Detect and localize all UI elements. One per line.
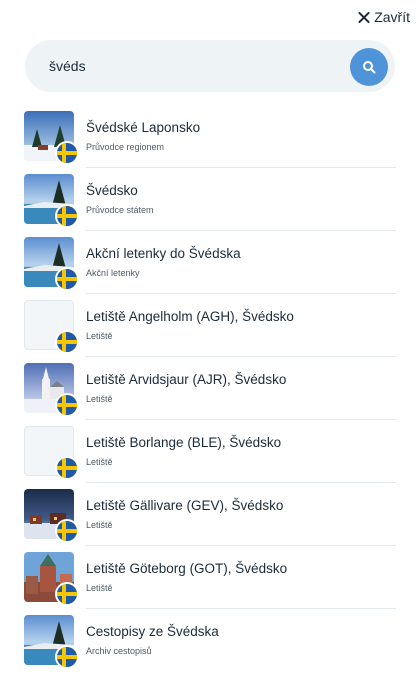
result-item[interactable]: Švédsko Průvodce státem xyxy=(24,167,396,230)
result-subtitle: Letiště xyxy=(86,394,113,404)
result-subtitle: Letiště xyxy=(86,583,113,593)
search-icon xyxy=(363,61,376,74)
search-button[interactable] xyxy=(350,48,388,86)
result-thumbnail xyxy=(24,614,79,669)
sweden-flag-icon xyxy=(55,140,79,165)
result-subtitle: Archiv cestopisů xyxy=(86,646,152,656)
result-thumbnail xyxy=(24,236,79,291)
result-subtitle: Akční letenky xyxy=(86,268,140,278)
search-bar xyxy=(25,40,395,92)
sweden-flag-icon xyxy=(55,455,79,480)
close-label: Zavřít xyxy=(374,9,410,25)
result-thumbnail xyxy=(24,362,79,417)
result-title: Letiště Göteborg (GOT), Švédsko xyxy=(86,561,288,576)
result-thumbnail xyxy=(24,425,79,480)
result-thumbnail xyxy=(24,173,79,228)
result-item[interactable]: Letiště Göteborg (GOT), Švédsko Letiště xyxy=(24,545,396,608)
sweden-flag-icon xyxy=(55,392,79,417)
sweden-flag-icon xyxy=(55,644,79,669)
result-item[interactable]: Letiště Borlange (BLE), Švédsko Letiště xyxy=(24,419,396,482)
results-list: Švédské Laponsko Průvodce regionem Švéds… xyxy=(24,104,396,671)
result-thumbnail xyxy=(24,551,79,606)
result-thumbnail xyxy=(24,488,79,543)
sweden-flag-icon xyxy=(55,266,79,291)
result-item[interactable]: Letiště Arvidsjaur (AJR), Švédsko Letišt… xyxy=(24,356,396,419)
result-subtitle: Letiště xyxy=(86,520,113,530)
sweden-flag-icon xyxy=(55,203,79,228)
result-thumbnail xyxy=(24,299,79,354)
result-item[interactable]: Letiště Gällivare (GEV), Švédsko Letiště xyxy=(24,482,396,545)
sweden-flag-icon xyxy=(55,518,79,543)
result-title: Švédské Laponsko xyxy=(86,120,201,135)
result-title: Letiště Arvidsjaur (AJR), Švédsko xyxy=(86,372,287,387)
result-title: Letiště Borlange (BLE), Švédsko xyxy=(86,435,282,450)
sweden-flag-icon xyxy=(55,329,79,354)
result-item[interactable]: Akční letenky do Švédska Akční letenky xyxy=(24,230,396,293)
result-title: Švédsko xyxy=(86,183,138,198)
result-subtitle: Průvodce státem xyxy=(86,205,154,215)
result-item[interactable]: Cestopisy ze Švédska Archiv cestopisů xyxy=(24,608,396,671)
sweden-flag-icon xyxy=(55,581,79,606)
result-item[interactable]: Letiště Angelholm (AGH), Švédsko Letiště xyxy=(24,293,396,356)
result-title: Cestopisy ze Švédska xyxy=(86,624,219,639)
result-title: Letiště Angelholm (AGH), Švédsko xyxy=(86,309,294,324)
close-icon xyxy=(357,11,370,24)
close-button[interactable]: Zavřít xyxy=(357,9,410,25)
result-subtitle: Letiště xyxy=(86,457,113,467)
result-item[interactable]: Švédské Laponsko Průvodce regionem xyxy=(24,104,396,167)
search-input[interactable] xyxy=(49,40,319,92)
result-title: Letiště Gällivare (GEV), Švédsko xyxy=(86,498,284,513)
result-subtitle: Průvodce regionem xyxy=(86,142,165,152)
result-title: Akční letenky do Švédska xyxy=(86,246,241,261)
result-thumbnail xyxy=(24,110,79,165)
result-subtitle: Letiště xyxy=(86,331,113,341)
